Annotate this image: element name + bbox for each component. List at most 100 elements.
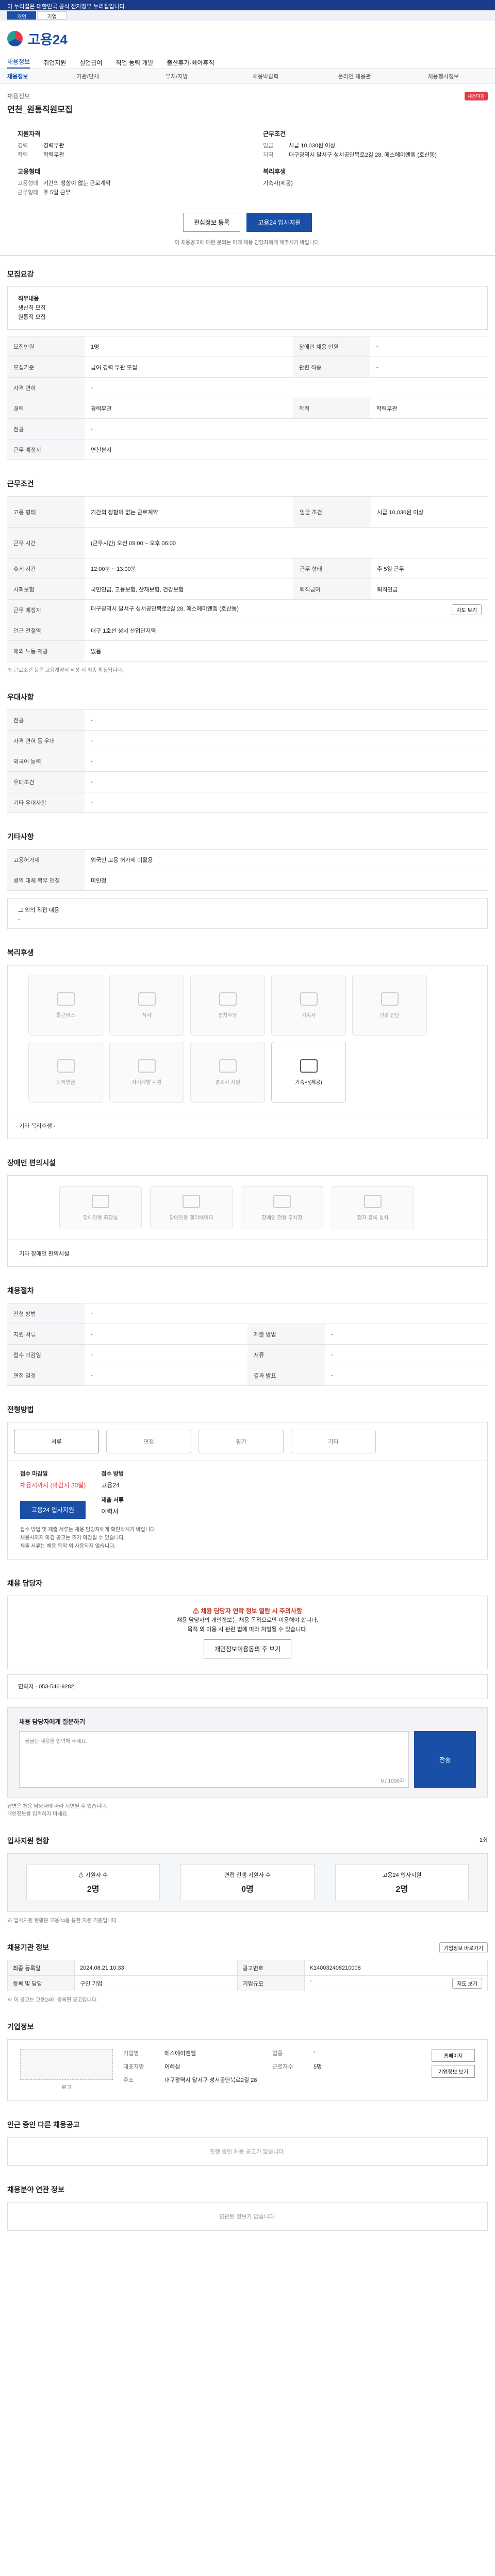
cell-value: 주 5일 근무 xyxy=(371,558,488,579)
brand-name[interactable]: 고용24 xyxy=(28,29,68,48)
manager-line: 목적 외 이용 시 관련 법에 따라 처벌될 수 있습니다. xyxy=(187,1626,308,1633)
cell-value: - xyxy=(85,1324,248,1345)
stat-label: 면접 진행 지원자 수 xyxy=(224,1872,271,1878)
table-row: 자격 면허 등 우대 - xyxy=(7,730,488,751)
map-button[interactable]: 지도 보기 xyxy=(452,604,482,615)
cell-key: 근무 형태 xyxy=(293,558,371,579)
cell-key: 서류 xyxy=(248,1344,325,1365)
bus-icon xyxy=(57,992,75,1006)
gift-icon xyxy=(219,1059,237,1073)
kv-value: 기숙사(제공) xyxy=(263,180,293,187)
subnav-item[interactable]: 온라인 채용관 xyxy=(310,72,399,80)
apply-bullets: 접수 방법 및 제출 서류는 채용 담당자에게 확인하시기 바랍니다. 채용시까… xyxy=(20,1526,475,1551)
nav-item-leave[interactable]: 출산휴가·육아휴직 xyxy=(167,58,214,67)
table-row: 근무 시간 (근무시간) 오전 09:00 ~ 오후 06:00 xyxy=(7,527,488,558)
company-section: 기업정보 로고 기업명 에스에이엔엠 업종 - 대표자명 이혜성 근로자수 5명 주소 대구광… xyxy=(0,2008,495,2106)
question-send-button[interactable]: 전송 xyxy=(414,1731,476,1788)
welfare-card: 통근버스 xyxy=(28,975,103,1036)
meal-icon xyxy=(138,992,156,1006)
cell-key: 전공 xyxy=(7,709,85,731)
cell-key: 근무 예정지 xyxy=(7,599,85,620)
table-row: 접수 마감일 - 서류 - xyxy=(7,1344,488,1365)
section-title: 채용 담당자 xyxy=(7,1579,43,1587)
cell-value: - xyxy=(325,1365,488,1386)
etc-contact-value: - xyxy=(18,917,20,923)
welfare-card-active: 기숙사(제공) xyxy=(271,1042,346,1103)
subnav-item[interactable]: 채용박람회 xyxy=(221,72,310,80)
other-jobs-empty: 진행 중인 채용 공고가 없습니다. xyxy=(7,2137,488,2166)
cell-value: 국민연금, 고용보험, 산재보험, 건강보험 xyxy=(85,579,294,600)
company-info-link[interactable]: 기업정보 바로가기 xyxy=(439,1942,488,1953)
table-row: 자격 면허 - xyxy=(7,377,488,398)
cell-value: 5명 xyxy=(314,2064,322,2070)
duty-box: 직무내용 생산직 모집 원통직 모집 xyxy=(7,286,488,330)
cell-key: 면접 일정 xyxy=(7,1365,85,1386)
cell-value: - xyxy=(85,709,488,731)
homepage-button[interactable]: 홈페이지 xyxy=(432,2049,475,2062)
org-map-button[interactable]: 지도 보기 xyxy=(452,1978,482,1989)
money-icon xyxy=(219,992,237,1006)
table-row: 지원 서류 - 제출 방법 - xyxy=(7,1324,488,1345)
cell-key: 고용 형태 xyxy=(7,496,85,528)
table-row: 사회보험 국민연금, 고용보험, 산재보험, 건강보험 퇴직급여 퇴직연금 xyxy=(7,579,488,600)
header: 고용24 xyxy=(0,21,495,57)
amenity-etc-label: 기타 장애인 편의시설 xyxy=(19,1251,70,1257)
nav-item-employment-support[interactable]: 취업지원 xyxy=(43,58,66,67)
brand-logo-icon[interactable] xyxy=(7,31,23,46)
stat-label: 고용24 입사지원 xyxy=(382,1872,422,1878)
amenity-card: 점자 블록 설치 xyxy=(332,1186,414,1229)
tab-personal[interactable]: 개인 xyxy=(7,11,37,20)
preference-section: 우대사항 전공 - 자격 면허 등 우대 - 외국어 능력 - 우대조건 - 기타 우대… xyxy=(0,679,495,818)
question-placeholder: 궁금한 내용을 입력해 주세요. xyxy=(25,1739,88,1744)
question-textarea[interactable]: 궁금한 내용을 입력해 주세요. 0 / 1000자 xyxy=(19,1731,409,1788)
cell-value: 12:00분 ~ 13:00분 xyxy=(85,558,294,579)
company-logo: 로고 xyxy=(20,2049,113,2091)
table-row: 고용 형태 기간의 정함이 없는 근로계약 임금 조건 시급 10,030원 이상 xyxy=(7,496,488,528)
apply-submit-button[interactable]: 고용24 입사지원 xyxy=(20,1501,86,1519)
subnav-item[interactable]: 채용행사정보 xyxy=(399,72,488,80)
company-actions: 홈페이지 기업정보 보기 xyxy=(432,2049,475,2091)
cell-key: 장애인 채용 인원 xyxy=(292,336,370,357)
nav-item-unemployment[interactable]: 실업급여 xyxy=(79,58,102,67)
preference-table: 전공 - 자격 면허 등 우대 - 외국어 능력 - 우대조건 - 기타 우대사항 - xyxy=(7,709,488,813)
nav-item-jobs[interactable]: 채용정보 xyxy=(7,57,30,69)
logo-placeholder-icon xyxy=(20,2049,113,2080)
welfare-etc-box: 기타 복리후생 - xyxy=(7,1112,488,1139)
apply-button[interactable]: 고용24 입사지원 xyxy=(246,213,312,232)
cell-value: - xyxy=(85,1365,248,1386)
cell-value: (근무시간) 오전 09:00 ~ 오후 06:00 xyxy=(85,527,488,558)
section-title: 모집요강 xyxy=(7,270,34,278)
duty-line: 원통직 모집 xyxy=(18,314,46,320)
stat-card: 면접 진행 지원자 수 0명 xyxy=(180,1864,315,1901)
tab-company[interactable]: 기업 xyxy=(37,11,67,20)
cell-key: 전형 방법 xyxy=(7,1303,85,1324)
subnav-item[interactable]: 기관/단체 xyxy=(43,72,132,80)
amenity-label: 장애인용 엘리베이터 xyxy=(169,1215,213,1221)
subnav-item[interactable]: 부처/지방 xyxy=(132,72,221,80)
interest-button[interactable]: 관심정보 등록 xyxy=(183,213,241,232)
company-detail-button[interactable]: 기업정보 보기 xyxy=(432,2065,475,2078)
consent-view-button[interactable]: 개인정보이용동의 후 보기 xyxy=(203,1639,292,1658)
kv-value: 학력무관 xyxy=(43,152,64,158)
manager-box: ⚠ 채용 담당자 연락 정보 열람 시 주의사항 채용 담당자의 개인정보는 채… xyxy=(7,1596,488,1669)
welfare-card: 식사 xyxy=(109,975,184,1036)
kv-key: 임금 xyxy=(263,143,274,149)
cell-value: - xyxy=(85,1303,488,1324)
cell-key: 모집인원 xyxy=(7,336,85,357)
welfare-card: 연차수당 xyxy=(190,975,265,1036)
duty-label: 직무내용 xyxy=(18,296,39,302)
welfare-label: 건강 진단 xyxy=(379,1012,400,1019)
nav-item-training[interactable]: 직업 능력 개발 xyxy=(116,58,154,67)
welfare-card: 건강 진단 xyxy=(352,975,427,1036)
amenity-card: 장애인 전용 주차장 xyxy=(241,1186,323,1229)
subnav-item[interactable]: 채용정보 xyxy=(7,72,43,80)
section-title: 우대사항 xyxy=(7,693,34,701)
welfare-label: 기숙사(제공) xyxy=(295,1079,322,1086)
cell-key: 전공 xyxy=(7,418,85,439)
cell-value: 퇴직연금 xyxy=(371,579,488,600)
cell-value: 기간의 정함이 없는 근로계약 xyxy=(85,496,294,528)
cell-value: - xyxy=(85,418,488,439)
cell-value: - xyxy=(85,377,488,398)
stat-label: 총 지원자 수 xyxy=(78,1872,108,1878)
etc-contact-label: 그 외의 직접 내용 xyxy=(18,907,60,913)
